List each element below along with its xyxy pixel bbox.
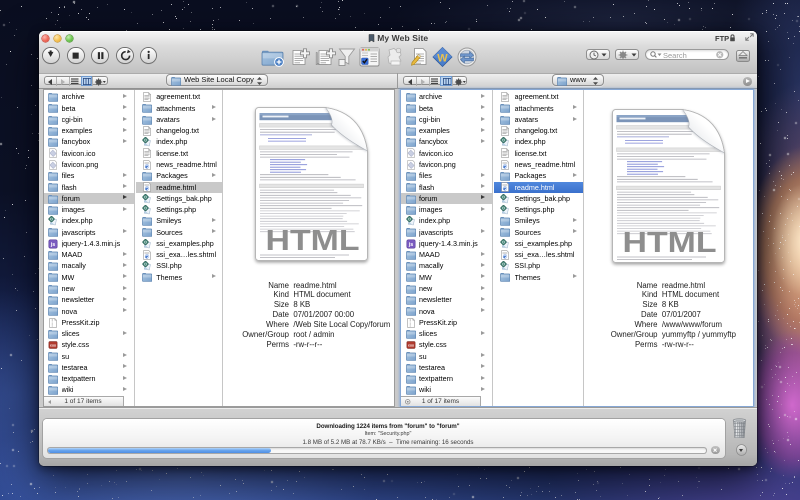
svg-text:W: W bbox=[437, 53, 448, 65]
svg-text:HTML: HTML bbox=[265, 225, 359, 257]
svg-text:HTML: HTML bbox=[623, 227, 717, 259]
